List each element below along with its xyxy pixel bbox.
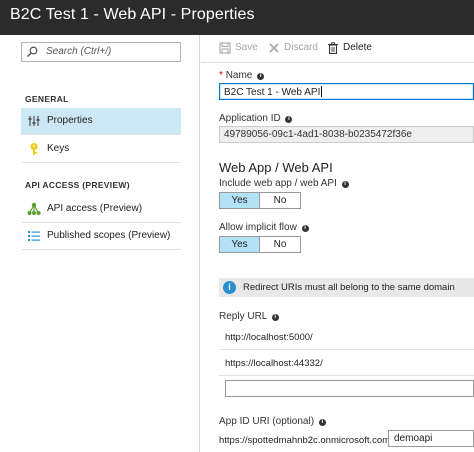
- info-icon[interactable]: i: [341, 181, 349, 188]
- info-icon[interactable]: i: [318, 419, 326, 426]
- implicit-no-option[interactable]: No: [260, 237, 300, 252]
- name-label: Name: [225, 70, 253, 81]
- appid-uri-label: App ID URI (optional): [219, 416, 315, 427]
- include-webapp-toggle[interactable]: Yes No: [219, 192, 301, 209]
- info-icon[interactable]: i: [301, 225, 309, 232]
- api-access-heading: API ACCESS (PREVIEW): [25, 180, 130, 190]
- save-icon: [219, 42, 231, 54]
- trash-icon: [328, 42, 338, 54]
- implicit-flow-toggle[interactable]: Yes No: [219, 236, 301, 253]
- search-input[interactable]: Search (Ctrl+/): [21, 42, 181, 62]
- info-circle-icon: i: [223, 281, 236, 294]
- sidebar-item-api-access[interactable]: API access (Preview): [21, 196, 181, 222]
- scopes-list-icon: [28, 231, 40, 241]
- left-nav-pane: Search (Ctrl+/) GENERAL Properties Keys …: [0, 35, 200, 452]
- include-yes-option[interactable]: Yes: [220, 193, 260, 208]
- appid-label: Application ID: [219, 113, 281, 124]
- window-title: B2C Test 1 - Web API - Properties: [10, 6, 255, 23]
- properties-icon: [28, 116, 40, 126]
- appid-uri-prefix: https://spottedmahnb2c.onmicrosoft.com/: [219, 435, 393, 446]
- sidebar-item-published-scopes[interactable]: Published scopes (Preview): [21, 223, 181, 249]
- appid-uri-label-row: App ID URI (optional) i: [219, 416, 326, 427]
- name-label-row: * Name i: [219, 70, 265, 81]
- info-icon[interactable]: i: [257, 73, 265, 80]
- reply-url-row[interactable]: http://localhost:5000/: [219, 326, 474, 350]
- nav-divider: [21, 162, 181, 163]
- appid-label-row: Application ID i: [219, 113, 293, 124]
- info-banner-text: Redirect URIs must all belong to the sam…: [243, 282, 455, 293]
- sidebar-item-label: Keys: [47, 143, 70, 154]
- include-webapp-label: Include web app / web API: [219, 178, 337, 189]
- appid-uri-value: demoapi: [394, 433, 433, 444]
- name-input-value: B2C Test 1 - Web API: [224, 87, 321, 98]
- new-reply-url-input[interactable]: [225, 380, 474, 397]
- include-label-row: Include web app / web API i: [219, 178, 349, 189]
- nav-divider: [21, 249, 181, 250]
- appid-uri-input[interactable]: demoapi: [388, 430, 474, 447]
- text-caret: [321, 86, 323, 97]
- discard-label: Discard: [284, 42, 318, 53]
- info-banner: i Redirect URIs must all belong to the s…: [219, 278, 474, 297]
- reply-url-label-row: Reply URL i: [219, 311, 279, 322]
- key-icon: [30, 143, 38, 155]
- reply-url-row[interactable]: https://localhost:44332/: [219, 352, 474, 376]
- reply-url-value: http://localhost:5000/: [225, 332, 313, 343]
- general-heading: GENERAL: [25, 94, 69, 104]
- sidebar-item-keys[interactable]: Keys: [21, 136, 181, 162]
- delete-label: Delete: [343, 42, 372, 53]
- name-input[interactable]: B2C Test 1 - Web API: [219, 83, 474, 100]
- implicit-flow-label: Allow implicit flow: [219, 222, 297, 233]
- sidebar-item-properties[interactable]: Properties: [21, 108, 181, 134]
- webapp-section-title: Web App / Web API: [219, 160, 333, 175]
- implicit-label-row: Allow implicit flow i: [219, 222, 309, 233]
- sidebar-item-label: Properties: [47, 115, 93, 126]
- application-id-value: 49789056-09c1-4ad1-8038-b0235472f36e: [224, 129, 412, 140]
- title-bar: B2C Test 1 - Web API - Properties: [0, 0, 474, 35]
- reply-url-label: Reply URL: [219, 311, 267, 322]
- save-label: Save: [235, 42, 258, 53]
- api-access-icon: [27, 202, 41, 215]
- sidebar-item-label: Published scopes (Preview): [47, 230, 171, 241]
- reply-url-value: https://localhost:44332/: [225, 358, 323, 369]
- search-placeholder: Search (Ctrl+/): [46, 46, 112, 57]
- sidebar-item-label: API access (Preview): [47, 203, 143, 214]
- nav-divider: [21, 134, 181, 135]
- command-bar: Save Discard Delete: [201, 35, 474, 63]
- info-icon[interactable]: i: [271, 314, 279, 321]
- search-icon: [27, 46, 38, 58]
- required-marker: *: [219, 70, 223, 81]
- properties-blade: Save Discard Delete * Name i B2C Test 1 …: [201, 35, 474, 452]
- info-icon[interactable]: i: [285, 116, 293, 123]
- close-icon: [269, 43, 279, 53]
- implicit-yes-option[interactable]: Yes: [220, 237, 260, 252]
- application-id-field[interactable]: 49789056-09c1-4ad1-8038-b0235472f36e: [219, 126, 474, 143]
- include-no-option[interactable]: No: [260, 193, 300, 208]
